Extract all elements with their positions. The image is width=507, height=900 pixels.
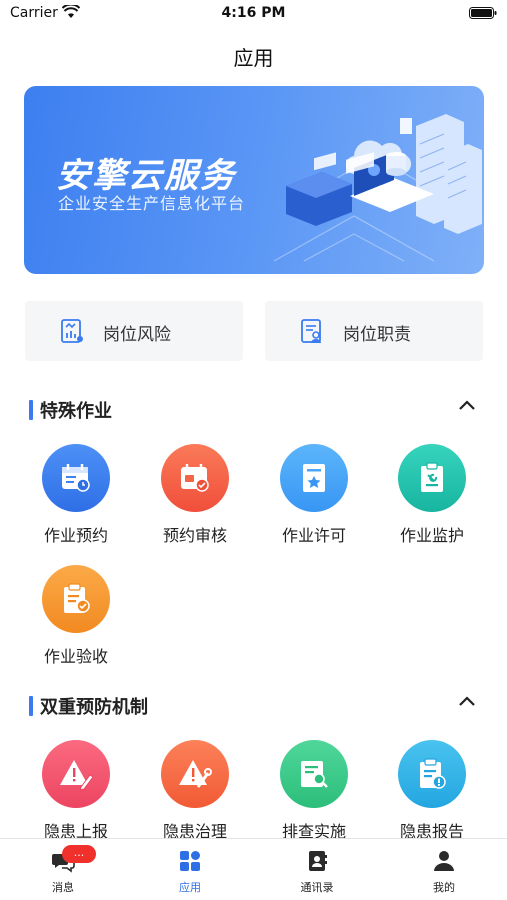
promo-banner[interactable]: 安擎云服务 企业安全生产信息化平台 <box>24 86 484 274</box>
app-item-label: 作业监护 <box>399 526 464 545</box>
section-header-special-work: 特殊作业 <box>0 394 507 424</box>
app-item-label: 作业验收 <box>43 647 108 666</box>
tab-messages[interactable]: ... 消息 <box>0 839 126 900</box>
tab-label: 应用 <box>179 881 201 894</box>
app-item-inspection-implementation[interactable]: 排查实施 <box>264 740 364 850</box>
tab-apps[interactable]: 应用 <box>127 839 253 900</box>
status-time: 4:16 PM <box>221 5 286 21</box>
app-icon-circle <box>280 740 348 808</box>
app-item-label: 预约审核 <box>162 526 227 545</box>
app-item-hazard-report[interactable]: 隐患上报 <box>26 740 126 850</box>
page-title: 应用 <box>233 46 274 70</box>
app-icon-circle <box>280 444 348 512</box>
risk-chart-icon <box>61 319 83 343</box>
app-icon-circle <box>398 740 466 808</box>
warning-tool-icon <box>179 760 212 788</box>
section-title: 双重预防机制 <box>40 697 148 718</box>
duty-doc-icon <box>301 319 321 343</box>
calendar-check-icon <box>181 464 209 492</box>
tab-label: 我的 <box>433 881 455 894</box>
app-icon-circle <box>42 740 110 808</box>
app-item-label: 作业许可 <box>281 526 346 545</box>
app-item-work-permit[interactable]: 作业许可 <box>264 444 364 554</box>
doc-search-icon <box>301 761 328 788</box>
quick-link-post-risk[interactable]: 岗位风险 <box>25 301 243 361</box>
tab-profile[interactable]: 我的 <box>381 839 507 900</box>
apps-grid-icon <box>180 851 200 871</box>
contacts-icon <box>309 851 327 871</box>
app-icon-circle <box>161 444 229 512</box>
battery-icon <box>469 7 497 19</box>
tab-label: 消息 <box>52 881 74 894</box>
app-icon-circle <box>42 444 110 512</box>
permit-star-icon <box>303 464 325 492</box>
clipboard-wrench-icon <box>421 462 443 492</box>
app-item-label: 作业预约 <box>43 526 108 545</box>
chevron-up-icon[interactable] <box>457 694 477 708</box>
app-item-hazard-governance[interactable]: 隐患治理 <box>145 740 245 850</box>
quick-link-label: 岗位职责 <box>343 325 411 345</box>
app-item-reservation-review[interactable]: 预约审核 <box>145 444 245 554</box>
app-icon-circle <box>161 740 229 808</box>
tab-bar: ... 消息 应用 通讯录 我的 <box>0 838 507 900</box>
tab-contacts[interactable]: 通讯录 <box>254 839 380 900</box>
warning-pen-icon <box>60 760 93 791</box>
calendar-clock-icon <box>62 464 90 492</box>
quick-link-label: 岗位风险 <box>103 325 171 345</box>
app-item-work-supervision[interactable]: 作业监护 <box>382 444 482 554</box>
report-alert-icon <box>420 758 446 789</box>
tab-label: 通讯录 <box>300 881 334 894</box>
section-accent-bar <box>29 400 33 420</box>
quick-link-post-duty[interactable]: 岗位职责 <box>265 301 483 361</box>
app-item-hazard-bulletin[interactable]: 隐患报告 <box>382 740 482 850</box>
app-item-work-acceptance[interactable]: 作业验收 <box>26 565 126 675</box>
status-bar: Carrier 4:16 PM <box>0 0 507 28</box>
banner-subtitle: 企业安全生产信息化平台 <box>58 194 246 213</box>
person-icon <box>434 851 454 871</box>
app-icon-circle <box>398 444 466 512</box>
app-item-work-reservation[interactable]: 作业预约 <box>26 444 126 554</box>
section-title: 特殊作业 <box>40 401 112 422</box>
app-icon-circle <box>42 565 110 633</box>
unread-badge: ... <box>62 845 96 863</box>
section-accent-bar <box>29 696 33 716</box>
section-header-dual-prevention: 双重预防机制 <box>0 690 507 720</box>
clipboard-check-icon <box>64 583 90 613</box>
chevron-up-icon[interactable] <box>457 398 477 412</box>
